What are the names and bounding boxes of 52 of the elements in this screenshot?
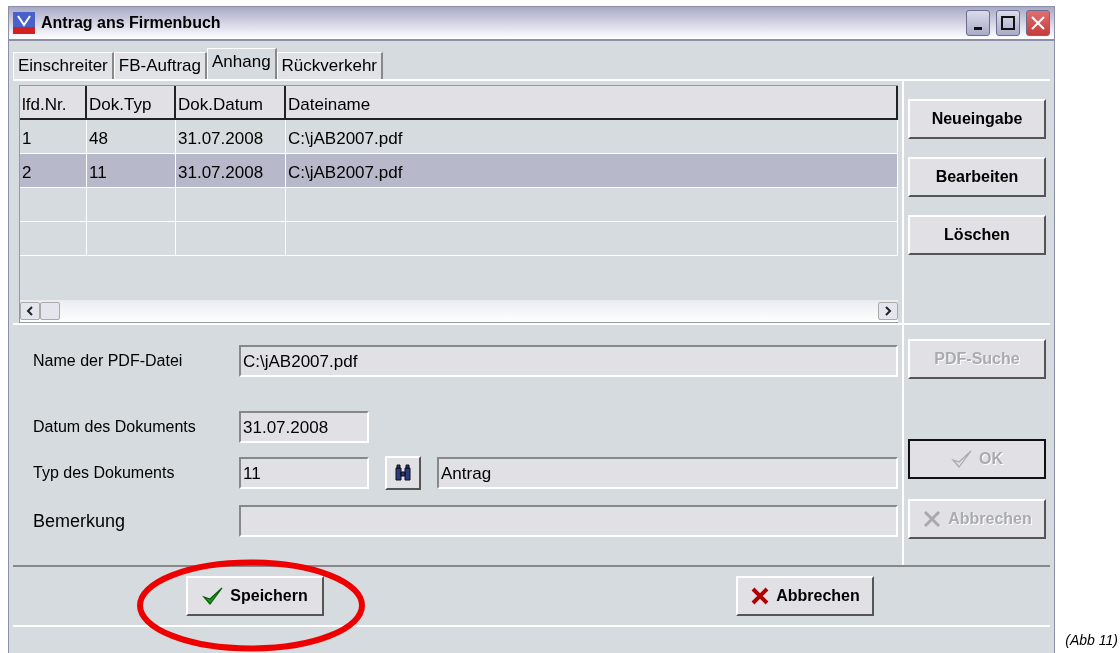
table-cell: 31.07.2008	[178, 163, 264, 182]
scroll-right-button[interactable]	[878, 302, 898, 320]
action-button[interactable]: Bearbeiten	[908, 157, 1046, 197]
column-header[interactable]: lfd.Nr.	[20, 86, 87, 118]
action-button[interactable]: Neueingabe	[908, 99, 1046, 139]
field-label: Datum des Dokuments	[32, 417, 197, 437]
close-button[interactable]	[1026, 10, 1050, 36]
table-cell: 2	[22, 163, 32, 182]
table-cell: 31.07.2008	[178, 129, 264, 148]
horizontal-scrollbar[interactable]	[20, 300, 898, 322]
lookup-button[interactable]	[385, 456, 421, 490]
close-icon	[750, 586, 771, 606]
scroll-thumb[interactable]	[40, 302, 60, 320]
binoculars-icon	[394, 464, 412, 482]
action-button[interactable]: Speichern	[186, 576, 324, 616]
scroll-left-button[interactable]	[20, 302, 40, 320]
close-icon	[1031, 16, 1045, 30]
tab[interactable]: Einschreiter	[13, 52, 114, 79]
field-label: Name der PDF-Datei	[32, 351, 184, 371]
field-label: Bemerkung	[32, 509, 127, 533]
field-label: Typ des Dokuments	[32, 463, 176, 483]
column-header[interactable]: Dok.Typ	[87, 86, 176, 118]
maximize-icon	[1001, 16, 1015, 30]
column-header[interactable]: Dateiname	[286, 86, 898, 118]
chevron-right-icon	[884, 306, 892, 316]
input-field[interactable]	[239, 505, 898, 537]
action-button[interactable]: Abbrechen	[736, 576, 874, 616]
close-icon	[922, 509, 943, 529]
tab[interactable]: Rückverkehr	[276, 52, 383, 79]
maximize-button[interactable]	[996, 10, 1020, 36]
table-cell: C:\jAB2007.pdf	[288, 129, 403, 148]
app-icon	[13, 12, 35, 34]
table-row[interactable]: 2 11 31.07.2008 C:\jAB2007.pdf	[20, 154, 898, 188]
table-cell: 1	[22, 129, 32, 148]
check-icon	[951, 449, 973, 469]
input-field[interactable]: 11	[239, 457, 369, 489]
action-button[interactable]: Löschen	[908, 215, 1046, 255]
tab[interactable]: FB-Auftrag	[113, 52, 207, 79]
minimize-button[interactable]	[966, 10, 990, 36]
figure-caption: (Abb 11)	[1065, 631, 1118, 650]
window-title: Antrag ans Firmenbuch	[41, 13, 222, 33]
table-cell: C:\jAB2007.pdf	[288, 163, 403, 182]
input-field[interactable]: 31.07.2008	[239, 411, 369, 443]
tab[interactable]: Anhang	[206, 48, 277, 79]
table-cell: 11	[89, 163, 107, 182]
chevron-left-icon	[26, 306, 34, 316]
input-field[interactable]: Antrag	[437, 457, 898, 489]
minimize-icon	[974, 26, 982, 30]
table-cell: 48	[89, 129, 108, 148]
check-icon	[202, 586, 225, 606]
column-header[interactable]: Dok.Datum	[176, 86, 286, 118]
input-field[interactable]: C:\jAB2007.pdf	[239, 345, 898, 377]
